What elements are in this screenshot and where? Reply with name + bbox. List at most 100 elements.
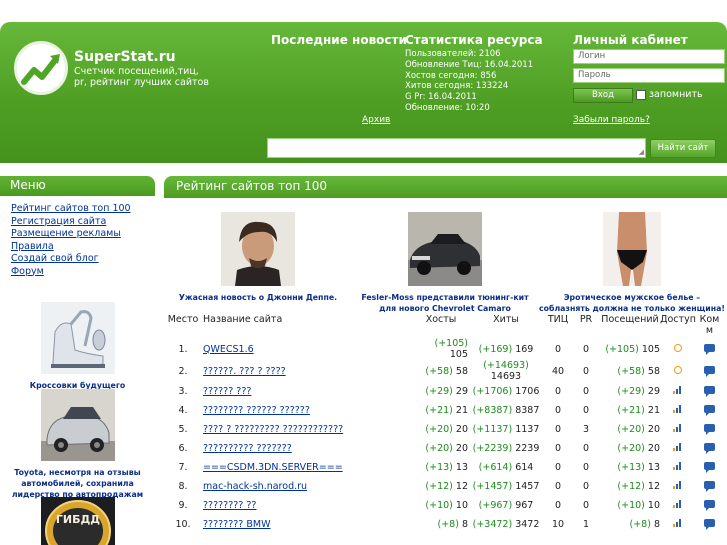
sidebar-item-advertising[interactable]: Размещение рекламы [11,228,131,241]
sidebar-item-rating[interactable]: Рейтинг сайтов топ 100 [11,203,131,216]
stats-bars-icon[interactable] [673,462,683,470]
sidebar-news-item[interactable]: Кроссовки будущего [0,302,155,391]
access-cell [660,382,696,401]
sidebar-item-forum[interactable]: Форум [11,266,131,279]
sidebar-news-caption[interactable]: Toyota, несмотря на отзывы автомобилей, … [0,467,155,500]
col-pr[interactable]: PR [572,312,600,338]
comment-icon[interactable] [704,424,715,435]
search-button[interactable]: Найти сайт [650,139,716,158]
table-row[interactable]: 9.???????? ?? (+10) 10 (+967) 967 0 0 (+10) 1… [166,496,723,515]
site-link[interactable]: ?????????? ??????? [203,443,292,454]
stats-bars-icon[interactable] [673,500,683,508]
table-row[interactable]: 1. QWECS1.6 (+105) 105 (+169) 169 0 0 (+105) 1… [166,338,723,360]
site-link[interactable]: ???????? ?????? ?????? [203,405,310,416]
col-visits[interactable]: Посещений [600,312,660,338]
johnny-depp-photo[interactable] [221,212,295,286]
hosts-delta: (+8) [437,519,459,530]
table-row[interactable]: 7. ===CSDM.3DN.SERVER=== (+13) 13 (+614) 61… [166,458,723,477]
feature-news-item[interactable]: Fesler-Moss представили тюнинг-кит для н… [352,212,538,314]
camaro-photo[interactable] [408,212,482,286]
visits-cell: (+10) 10 [600,496,660,515]
sidebar-item-label[interactable]: Размещение рекламы [11,228,121,239]
sidebar-item-label[interactable]: Форум [11,266,44,277]
forgot-password-link[interactable]: Забыли пароль? [573,115,650,125]
table-row[interactable]: 8. mac-hack-sh.narod.ru (+12) 12 (+1457) 14… [166,477,723,496]
password-input[interactable]: Пароль [573,68,725,83]
sidebar-item-rules[interactable]: Правила [11,241,131,254]
stats-bars-icon[interactable] [673,481,683,489]
col-site-name[interactable]: Название сайта [200,312,414,338]
sidebar-item-label[interactable]: Создай свой блог [11,253,99,264]
site-link[interactable]: ???????? BMW [203,519,270,530]
col-access[interactable]: Доступ [660,312,696,338]
feature-news-caption[interactable]: Ужасная новость о Джонни Деппе. [178,293,338,304]
login-button[interactable]: Вход [573,88,633,103]
resize-handle-icon[interactable]: ◢ [639,149,644,156]
feature-news-item[interactable]: Эротическое мужское белье – соблазнять д… [539,212,725,314]
comments-cell [696,420,723,439]
brand-name[interactable]: SuperStat.ru [74,49,176,65]
site-link[interactable]: ???? ? ????????? ???????????? [203,424,343,435]
col-tic[interactable]: ТИЦ [544,312,572,338]
site-link[interactable]: ?????? ??? [203,386,251,397]
feature-news-caption[interactable]: Fesler-Moss представили тюнинг-кит для н… [352,293,538,314]
visits-delta: (+20) [617,424,645,435]
hits-value: 8387 [515,405,540,416]
stats-bars-icon[interactable] [673,386,683,394]
gibdd-badge-photo[interactable]: ГИБДД [40,497,115,545]
table-row[interactable]: 3.?????? ??? (+29) 29 (+1706) 1706 0 0 (+29) … [166,382,723,401]
col-hosts[interactable]: Хосты [414,312,468,338]
sidebar-news-item[interactable]: Toyota, несмотря на отзывы автомобилей, … [0,389,155,500]
hosts-delta: (+12) [425,481,453,492]
col-comments[interactable]: Ком м [696,312,723,338]
col-hits[interactable]: Хиты [468,312,544,338]
remember-checkbox[interactable] [636,90,646,100]
sidebar-item-label[interactable]: Правила [11,241,54,252]
sidebar-item-blog[interactable]: Создай свой блог [11,253,131,266]
comment-icon[interactable] [704,443,715,454]
site-link[interactable]: ===CSDM.3DN.SERVER=== [203,462,343,473]
feature-news-caption[interactable]: Эротическое мужское белье – соблазнять д… [539,293,725,314]
visits-delta: (+105) [605,343,639,355]
feature-news-item[interactable]: Ужасная новость о Джонни Деппе. [178,212,338,304]
stats-bars-icon[interactable] [673,405,683,413]
underwear-photo[interactable] [603,212,661,286]
comment-icon[interactable] [704,500,715,511]
table-row[interactable]: 4.???????? ?????? ?????? (+21) 21 (+8387) … [166,401,723,420]
site-link[interactable]: QWECS1.6 [203,344,254,355]
logo-chart-icon[interactable] [14,41,68,95]
sneakers-photo[interactable] [40,302,115,374]
table-row[interactable]: 2.??????. ??? ? ???? (+58) 58 (+14693) 1469… [166,360,723,382]
visits-value: 12 [647,481,660,492]
table-row[interactable]: 6.?????????? ??????? (+20) 20 (+2239) 2239… [166,439,723,458]
sidebar-item-registration[interactable]: Регистрация сайта [11,216,131,229]
sidebar-news-item[interactable]: ГИБДД [0,497,155,545]
search-input[interactable]: ◢ [267,138,646,158]
comment-icon[interactable] [704,365,715,377]
comment-icon[interactable] [704,481,715,492]
site-link[interactable]: ???????? ?? [203,500,256,511]
comment-icon[interactable] [704,343,715,355]
table-row[interactable]: 10.???????? BMW (+8) 8 (+3472) 3472 10 1 (+8)… [166,515,723,534]
table-row[interactable]: 5.???? ? ????????? ???????????? (+20) 20(… [166,420,723,439]
site-link[interactable]: ??????. ??? ? ???? [203,366,286,377]
visits-value: 21 [647,405,660,416]
sidebar-item-label[interactable]: Рейтинг сайтов топ 100 [11,203,131,214]
comment-icon[interactable] [704,462,715,473]
comment-icon[interactable] [704,405,715,416]
comment-icon[interactable] [704,386,715,397]
pr-cell: 0 [582,386,590,397]
site-link[interactable]: mac-hack-sh.narod.ru [203,481,307,492]
col-place[interactable]: Место [166,312,200,338]
site-name-cell: mac-hack-sh.narod.ru [200,477,414,496]
stats-bars-icon[interactable] [673,424,683,432]
sidebar-item-label[interactable]: Регистрация сайта [11,216,106,227]
comment-icon[interactable] [704,519,715,530]
toyota-car-photo[interactable] [40,389,115,461]
place-cell: 7. [178,462,188,473]
stats-bars-icon[interactable] [673,519,683,527]
tic-cell: 0 [554,462,562,473]
login-input[interactable]: Логин [573,49,725,64]
archive-link[interactable]: Архив [362,115,390,125]
stats-bars-icon[interactable] [673,443,683,451]
